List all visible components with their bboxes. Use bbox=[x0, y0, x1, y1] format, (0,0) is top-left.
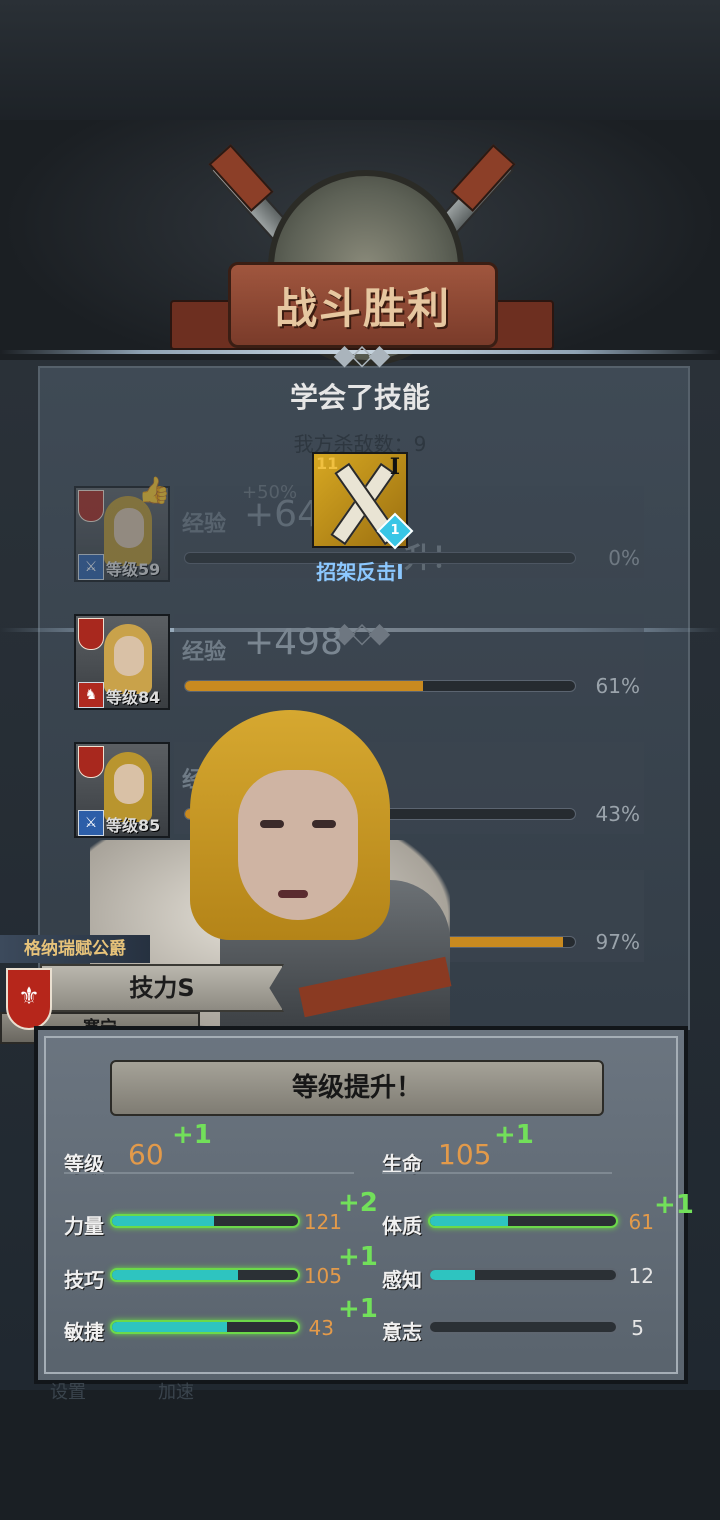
left-eye bbox=[260, 820, 284, 828]
stat-bar bbox=[110, 1268, 300, 1282]
portrait-face bbox=[114, 636, 144, 676]
stat-label: 敏捷 bbox=[64, 1320, 104, 1344]
exp-label: 经验 bbox=[182, 512, 227, 537]
faction-crest-icon: ⚜ bbox=[6, 968, 52, 1030]
skill-rank: I bbox=[389, 454, 400, 480]
stat-label: 体质 bbox=[382, 1214, 422, 1238]
skill-tier: 1 bbox=[390, 523, 400, 538]
stat-bar bbox=[428, 1214, 618, 1228]
hp-underline bbox=[382, 1172, 612, 1174]
exp-percent: 97% bbox=[595, 930, 640, 954]
level-label: 等级59 bbox=[106, 560, 161, 579]
faction-emblem-icon bbox=[78, 490, 104, 522]
portrait: ♞ 等级84 bbox=[74, 614, 170, 710]
level-up-heading: 等级提升！ bbox=[110, 1060, 604, 1116]
stat-bar bbox=[428, 1268, 618, 1282]
sword-icon: ⚔ bbox=[78, 554, 104, 580]
exp-gain: +64 bbox=[244, 494, 320, 535]
stat-plus: +2 bbox=[338, 1188, 378, 1218]
faction-emblem-icon bbox=[78, 618, 104, 650]
stat-bar bbox=[110, 1214, 300, 1228]
bottom-background bbox=[0, 1390, 720, 1520]
exp-percent: 43% bbox=[595, 802, 640, 826]
level-plus: +1 bbox=[172, 1120, 212, 1150]
skill-rank-plate: 技力S bbox=[40, 964, 284, 1012]
stat-bar-fill bbox=[112, 1322, 228, 1332]
exp-percent: 61% bbox=[595, 674, 640, 698]
stat-value: 43 bbox=[308, 1316, 334, 1340]
exp-label: 经验 bbox=[182, 640, 227, 665]
stat-value: 105 bbox=[303, 1264, 342, 1288]
stat-plus: +1 bbox=[338, 1294, 378, 1324]
horse-icon: ♞ bbox=[78, 682, 104, 708]
stat-value: 5 bbox=[631, 1316, 644, 1340]
stat-bar bbox=[428, 1320, 618, 1334]
settings-tab[interactable]: 设置 bbox=[50, 1378, 86, 1404]
exp-gain: +498 bbox=[244, 622, 343, 663]
exp-percent: 0% bbox=[608, 546, 640, 570]
stat-bar-fill bbox=[112, 1216, 215, 1226]
exp-progress-bar bbox=[184, 680, 576, 692]
skill-badge: 11 bbox=[316, 454, 339, 473]
stat-value: 61 bbox=[628, 1210, 654, 1234]
right-eye bbox=[312, 820, 336, 828]
exp-progress-fill bbox=[185, 681, 423, 691]
stat-plus: +1 bbox=[338, 1242, 378, 1272]
stat-value: 121 bbox=[303, 1210, 342, 1234]
stat-label: 意志 bbox=[382, 1320, 422, 1344]
victory-banner: 战斗胜利 bbox=[228, 262, 498, 348]
stat-label: 力量 bbox=[64, 1214, 104, 1238]
hp-value: 105 bbox=[438, 1138, 492, 1171]
stat-bar-fill bbox=[430, 1270, 475, 1280]
character-title: 格纳瑞赋公爵 bbox=[0, 935, 150, 963]
top-background bbox=[0, 0, 720, 120]
stat-label: 感知 bbox=[382, 1268, 422, 1292]
skill-name: 招架反击I bbox=[316, 560, 404, 584]
hp-plus: +1 bbox=[494, 1120, 534, 1150]
stat-plus: +1 bbox=[654, 1190, 694, 1220]
portrait-face bbox=[114, 508, 144, 548]
thumbs-up-icon: 👍 bbox=[138, 476, 171, 506]
level-value: 60 bbox=[128, 1138, 164, 1171]
stat-bar-fill bbox=[430, 1216, 509, 1226]
level-underline bbox=[64, 1172, 354, 1174]
skill-icon-parry-counter[interactable]: 11 I 1 bbox=[312, 452, 414, 550]
level-label: 等级84 bbox=[106, 688, 161, 707]
knot-ornament-icon: ◆◇◆ bbox=[333, 338, 391, 371]
stat-bar bbox=[110, 1320, 300, 1334]
stat-label: 技巧 bbox=[64, 1268, 104, 1292]
lips bbox=[278, 890, 308, 898]
speed-tab[interactable]: 加速 bbox=[158, 1378, 194, 1404]
skill-learned-heading: 学会了技能 bbox=[289, 381, 430, 414]
stat-value: 12 bbox=[628, 1264, 654, 1288]
stat-bar-fill bbox=[112, 1270, 239, 1280]
party-row-2[interactable]: ♞ 等级84 经验 +498 61% bbox=[74, 614, 644, 710]
